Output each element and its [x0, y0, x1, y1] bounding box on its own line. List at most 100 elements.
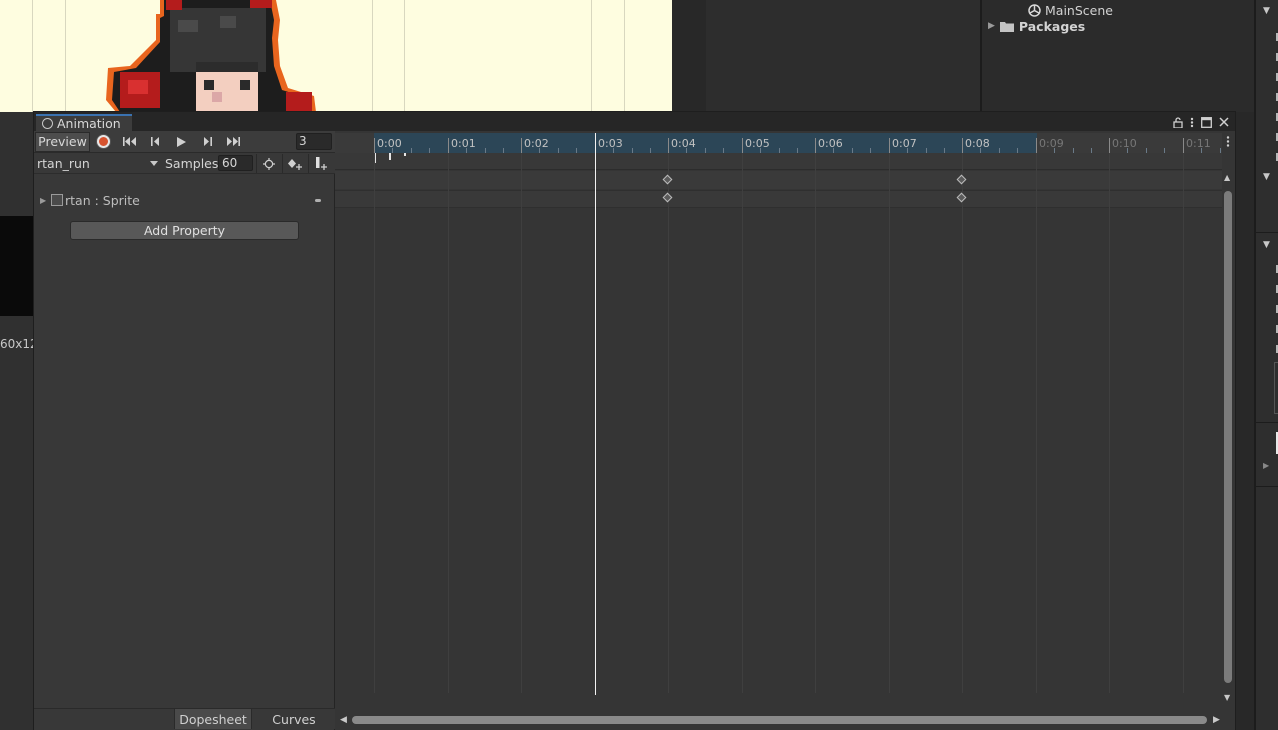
animation-window[interactable]: Animation Preview 3 rtan_run Samples 60 … — [33, 111, 1236, 730]
record-button[interactable] — [90, 132, 116, 152]
frame-grid-line — [1109, 153, 1110, 693]
divider — [1256, 486, 1278, 487]
ruler-label: 0:01 — [451, 137, 476, 150]
first-keyframe-button[interactable] — [116, 132, 142, 152]
inspector-field-fragment — [1274, 362, 1278, 414]
horizontal-scrollbar[interactable]: ◀ ▶ — [335, 711, 1222, 729]
frame-grid-line — [815, 153, 816, 693]
ruler-label: 0:05 — [745, 137, 770, 150]
clip-settings-row: rtan_run Samples 60 — [34, 153, 335, 174]
unity-scene-icon — [1028, 3, 1041, 17]
divider — [1256, 232, 1278, 233]
play-button[interactable] — [168, 132, 194, 152]
preview-button[interactable]: Preview — [35, 131, 90, 152]
property-label: rtan : Sprite — [65, 193, 140, 208]
tab-animation-label: Animation — [57, 116, 121, 131]
timeline-options-icon[interactable] — [1226, 135, 1230, 148]
event-track[interactable] — [335, 153, 1222, 170]
ruler-tick — [889, 138, 890, 153]
hierarchy-item-packages[interactable]: ▶ Packages — [988, 18, 1085, 34]
ruler-tick — [1036, 138, 1037, 153]
add-keyframe-button[interactable] — [282, 154, 306, 173]
frame-grid-line — [668, 153, 669, 693]
frame-grid-line — [1183, 153, 1184, 693]
clock-icon — [42, 118, 53, 129]
scroll-left-icon[interactable]: ◀ — [340, 715, 347, 725]
hierarchy-panel[interactable]: MainScene ▶ Packages — [980, 0, 1254, 112]
scene-grid-line — [65, 0, 66, 112]
sprite-keyframe-track[interactable] — [335, 190, 1222, 208]
skip-to-start-icon — [122, 137, 136, 146]
ruler-tick — [448, 138, 449, 153]
ruler-label: 0:02 — [524, 137, 549, 150]
scene-view[interactable] — [0, 0, 672, 112]
scene-grid-line — [624, 0, 625, 112]
playhead[interactable] — [595, 133, 596, 695]
close-icon[interactable] — [1219, 117, 1229, 127]
frame-grid-line — [889, 153, 890, 693]
summary-track[interactable] — [335, 171, 1222, 189]
inspector-panel-edge[interactable]: ▼ ▼ ▼ ▶ — [1254, 0, 1278, 730]
frame-grid-line — [1036, 153, 1037, 693]
ruler-label: 0:08 — [965, 137, 990, 150]
expand-arrow-icon[interactable]: ▶ — [988, 21, 995, 31]
expand-arrow-icon[interactable]: ▶ — [40, 196, 46, 205]
tab-curves[interactable]: Curves — [254, 709, 334, 729]
kebab-menu-icon[interactable] — [1190, 117, 1194, 128]
ruler-label: 0:07 — [892, 137, 917, 150]
samples-label: Samples — [165, 156, 219, 171]
current-frame-field[interactable]: 3 — [296, 133, 332, 150]
next-keyframe-button[interactable] — [194, 132, 220, 152]
divider — [1256, 422, 1278, 423]
scroll-down-icon[interactable]: ▼ — [1224, 693, 1230, 702]
last-keyframe-button[interactable] — [220, 132, 246, 152]
skip-to-end-icon — [226, 137, 240, 146]
frame-grid-line — [962, 153, 963, 693]
add-event-button[interactable] — [308, 154, 332, 173]
scroll-up-icon[interactable]: ▲ — [1224, 173, 1230, 182]
step-back-icon — [150, 137, 159, 146]
ruler-label: 0:04 — [671, 137, 696, 150]
ruler-label: 0:03 — [598, 137, 623, 150]
lock-icon[interactable] — [1173, 116, 1183, 128]
vertical-scrollbar[interactable]: ▲ ▼ — [1222, 171, 1235, 705]
tab-animation[interactable]: Animation — [36, 114, 132, 131]
scroll-right-icon[interactable]: ▶ — [1213, 715, 1220, 725]
horizontal-scroll-thumb[interactable] — [352, 716, 1207, 724]
ruler-tick — [815, 138, 816, 153]
hierarchy-item-mainscene[interactable]: MainScene — [1028, 2, 1113, 18]
frame-grid-line — [521, 153, 522, 693]
ruler-tick — [374, 138, 375, 153]
sprite-renderer-icon — [51, 194, 63, 206]
previous-keyframe-button[interactable] — [142, 132, 168, 152]
collapse-arrow-icon[interactable]: ▼ — [1263, 172, 1270, 182]
property-options-icon[interactable] — [315, 199, 321, 202]
expand-arrow-icon[interactable]: ▶ — [1263, 461, 1269, 470]
animation-left-panel: Preview 3 rtan_run Samples 60 ▶ rtan: S… — [34, 131, 335, 730]
scene-grid-line — [404, 0, 405, 112]
time-ruler[interactable]: 0:00 0:01 0:02 0:03 0:04 0:05 0:06 0:07 0:08 0:09… — [335, 133, 1222, 153]
collapse-arrow-icon[interactable]: ▼ — [1263, 6, 1270, 16]
character-sprite[interactable] — [100, 0, 320, 112]
property-row-sprite[interactable]: ▶ rtan : Sprite — [34, 192, 335, 210]
ruler-tick — [668, 138, 669, 153]
ruler-label: 0:10 — [1112, 137, 1137, 150]
add-property-button[interactable]: Add Property — [70, 221, 299, 240]
chevron-down-icon — [150, 161, 158, 166]
tab-dopesheet[interactable]: Dopesheet — [174, 709, 252, 729]
filter-by-selection-button[interactable] — [256, 154, 280, 173]
collapse-arrow-icon[interactable]: ▼ — [1263, 240, 1270, 250]
clip-dropdown-label: rtan_run — [37, 156, 90, 171]
clip-dropdown[interactable]: rtan_run — [34, 154, 162, 173]
maximize-icon[interactable] — [1201, 116, 1212, 128]
ruler-tick — [1109, 138, 1110, 153]
event-marker[interactable] — [389, 153, 391, 160]
vertical-scroll-thumb[interactable] — [1224, 191, 1232, 683]
samples-field[interactable]: 60 — [218, 155, 253, 171]
scene-grid-line — [372, 0, 373, 112]
event-marker[interactable] — [404, 153, 406, 156]
ruler-tick — [962, 138, 963, 153]
ruler-tick — [742, 138, 743, 153]
inspector-side-area — [706, 0, 980, 112]
dopesheet-area[interactable]: 0:00 0:01 0:02 0:03 0:04 0:05 0:06 0:07 0:08 0:09… — [335, 131, 1235, 730]
